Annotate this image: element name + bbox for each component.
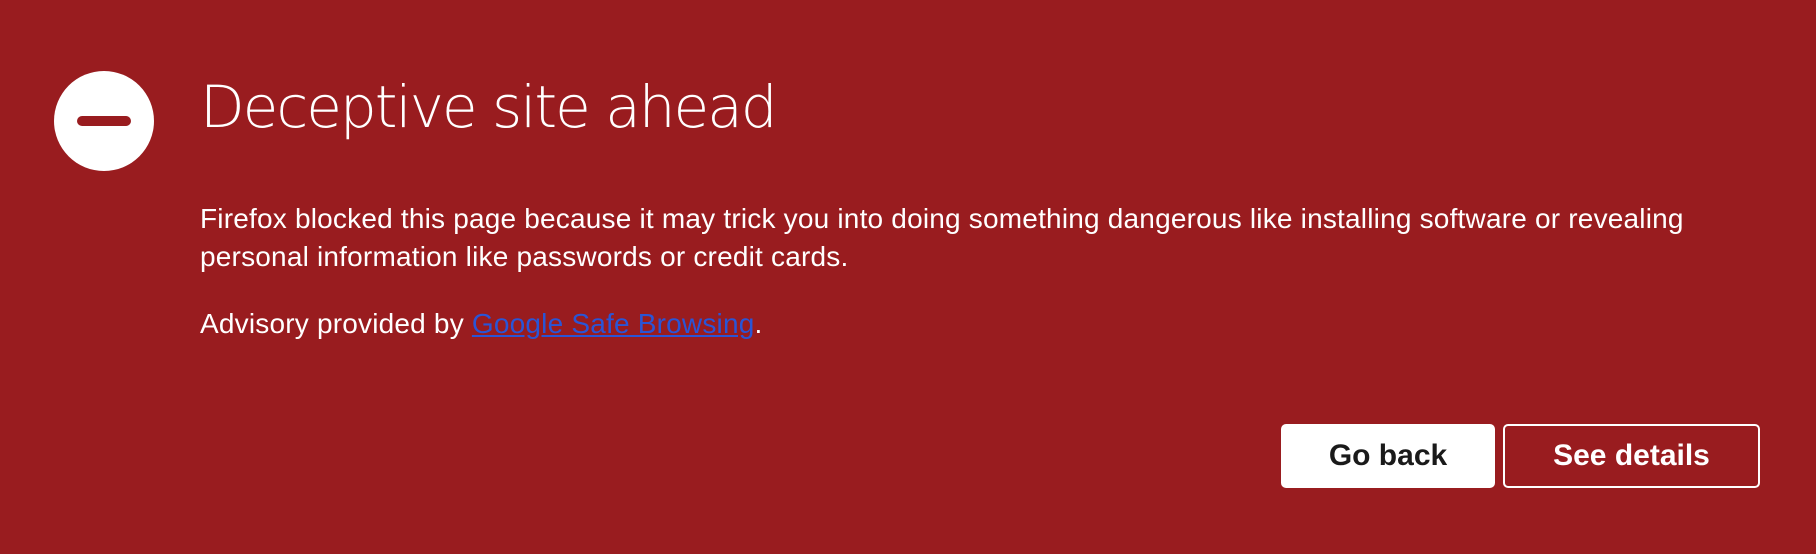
blocked-icon-graphic: [54, 71, 154, 171]
advisory-text: Advisory provided by Google Safe Browsin…: [200, 305, 762, 343]
go-back-button[interactable]: Go back: [1281, 424, 1495, 488]
advisory-prefix: Advisory provided by: [200, 308, 472, 339]
google-safe-browsing-link[interactable]: Google Safe Browsing: [472, 308, 755, 339]
blocked-icon: [54, 71, 154, 171]
page-title: Deceptive site ahead: [200, 73, 778, 141]
see-details-button[interactable]: See details: [1503, 424, 1760, 488]
advisory-suffix: .: [754, 308, 763, 339]
error-description: Firefox blocked this page because it may…: [200, 203, 1684, 272]
